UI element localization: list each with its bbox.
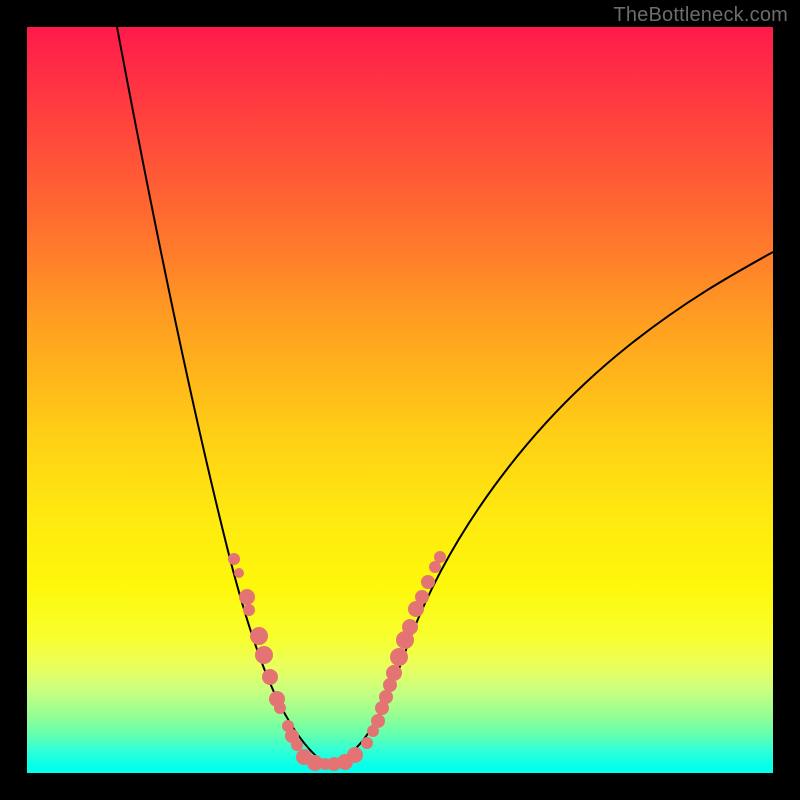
data-marker bbox=[239, 589, 255, 605]
data-marker bbox=[274, 702, 286, 714]
data-marker bbox=[291, 739, 303, 751]
data-marker bbox=[361, 737, 373, 749]
data-marker bbox=[415, 590, 429, 604]
plot-area bbox=[27, 27, 773, 773]
data-marker bbox=[243, 604, 255, 616]
data-marker bbox=[379, 690, 393, 704]
data-marker bbox=[347, 747, 363, 763]
data-marker bbox=[228, 553, 240, 565]
chart-svg bbox=[27, 27, 773, 773]
data-marker bbox=[255, 646, 273, 664]
watermark-text: TheBottleneck.com bbox=[613, 4, 788, 27]
data-marker bbox=[250, 627, 268, 645]
data-marker bbox=[234, 568, 244, 578]
data-marker bbox=[262, 669, 278, 685]
data-marker bbox=[386, 665, 402, 681]
curve-left bbox=[117, 27, 327, 765]
data-marker bbox=[402, 619, 418, 635]
data-marker bbox=[421, 575, 435, 589]
data-marker bbox=[434, 551, 446, 563]
data-marker bbox=[390, 648, 408, 666]
data-markers bbox=[228, 551, 446, 771]
data-marker bbox=[371, 714, 385, 728]
